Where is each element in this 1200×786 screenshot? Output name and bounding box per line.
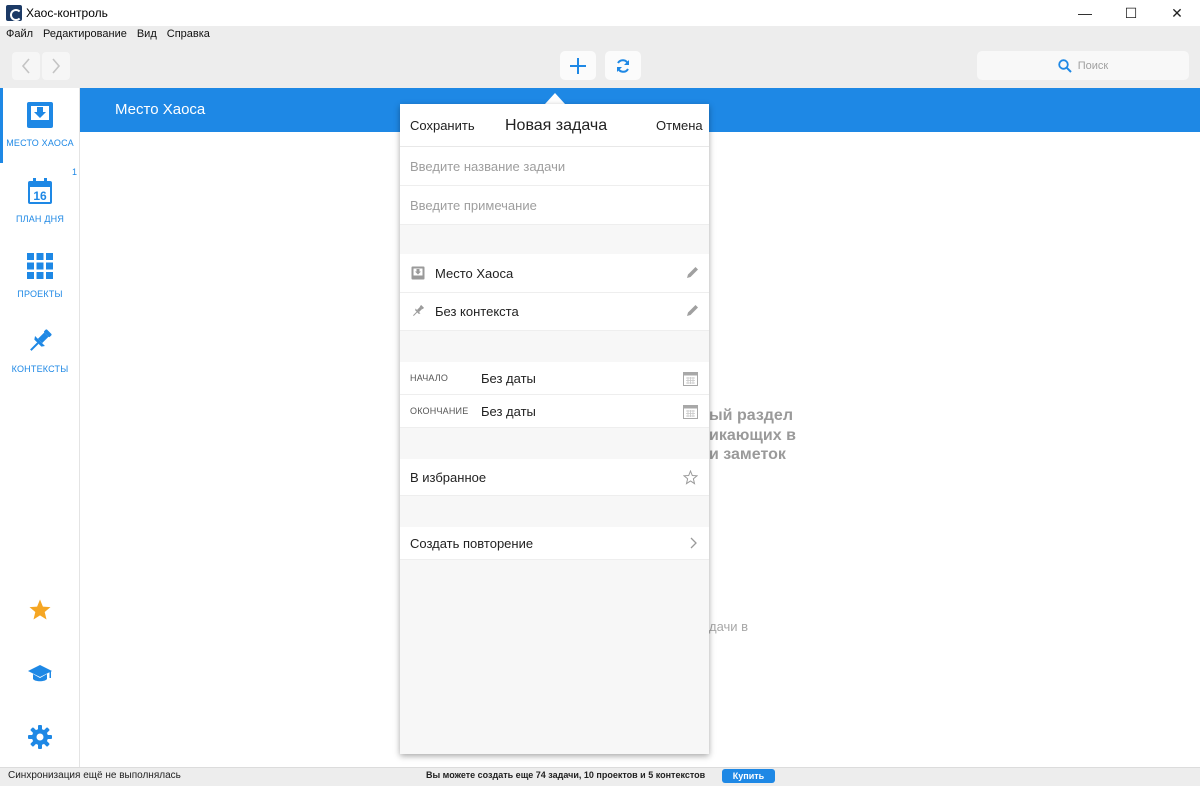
sidebar-item-projects[interactable]: ПРОЕКТЫ <box>0 252 80 299</box>
grid-icon <box>27 253 53 279</box>
sync-status: Синхронизация ещё не выполнялась <box>8 770 181 781</box>
task-note-field[interactable]: Введите примечание <box>400 186 709 225</box>
favorite-label: В избранное <box>410 470 487 485</box>
project-row[interactable]: Место Хаоса <box>400 254 709 293</box>
menu-edit[interactable]: Редактирование <box>43 26 127 44</box>
favorite-row[interactable]: В избранное <box>400 459 709 496</box>
maximize-button[interactable]: ☐ <box>1108 0 1154 26</box>
project-value: Место Хаоса <box>435 266 514 281</box>
task-note-placeholder: Введите примечание <box>410 198 537 213</box>
calendar-icon: 16 <box>28 178 52 204</box>
window-title: Хаос-контроль <box>26 6 108 20</box>
plan-count-badge: 1 <box>72 167 78 177</box>
forward-button[interactable] <box>42 52 70 80</box>
sidebar-item-label: КОНТЕКСТЫ <box>11 364 69 374</box>
search-placeholder: Поиск <box>1077 59 1109 72</box>
start-date-row[interactable]: НАЧАЛО Без даты <box>400 362 709 395</box>
popup-pointer <box>545 93 565 104</box>
calendar-icon[interactable] <box>683 404 698 419</box>
start-date-value: Без даты <box>481 371 536 386</box>
gear-icon <box>28 725 52 749</box>
context-value: Без контекста <box>435 304 519 319</box>
page-title: Место Хаоса <box>115 101 206 118</box>
context-row[interactable]: Без контекста <box>400 293 709 331</box>
add-task-button[interactable] <box>560 51 596 80</box>
pencil-icon[interactable] <box>686 304 699 317</box>
menu-view[interactable]: Вид <box>137 26 157 44</box>
save-button[interactable]: Сохранить <box>410 118 475 133</box>
star-outline-icon[interactable] <box>683 470 698 485</box>
task-name-placeholder: Введите название задачи <box>410 159 566 174</box>
empty-state-hint: дачи в <box>709 619 749 634</box>
sidebar-item-chaos[interactable]: МЕСТО ХАОСА <box>0 101 80 148</box>
empty-state-text: и заметок <box>709 446 786 463</box>
pin-icon <box>413 304 425 316</box>
search-icon <box>1058 58 1072 73</box>
search-input[interactable]: Поиск <box>977 51 1189 80</box>
new-task-popup: Сохранить Новая задача Отмена Введите на… <box>400 104 709 754</box>
calendar-icon[interactable] <box>683 371 698 386</box>
start-label: НАЧАЛО <box>410 373 449 383</box>
favorites-button[interactable] <box>0 598 80 622</box>
task-name-field[interactable]: Введите название задачи <box>400 147 709 186</box>
menu-bar: Файл Редактирование Вид Справка <box>0 26 1200 44</box>
sync-button[interactable] <box>605 51 641 80</box>
toolbar: Поиск <box>0 44 1200 88</box>
menu-file[interactable]: Файл <box>6 26 33 44</box>
pin-icon <box>30 329 52 351</box>
chevron-left-icon <box>21 58 30 74</box>
end-date-value: Без даты <box>481 404 536 419</box>
repeat-label: Создать повторение <box>410 536 534 551</box>
close-button[interactable]: ✕ <box>1154 0 1200 26</box>
empty-state-text: ый раздел <box>709 407 793 424</box>
graduation-cap-icon <box>28 665 52 682</box>
settings-button[interactable] <box>0 724 80 750</box>
limits-message: Вы можете создать еще 74 задачи, 10 прое… <box>426 770 706 780</box>
sidebar-item-label: ПРОЕКТЫ <box>17 289 63 299</box>
refresh-icon <box>617 58 629 73</box>
inbox-icon <box>411 266 425 280</box>
chevron-right-icon <box>52 58 61 74</box>
inbox-icon <box>27 102 53 128</box>
sidebar-item-label: МЕСТО ХАОСА <box>6 138 74 148</box>
minimize-button[interactable]: — <box>1062 0 1108 26</box>
empty-state-text: икающих в <box>709 427 796 444</box>
back-button[interactable] <box>12 52 40 80</box>
pencil-icon[interactable] <box>686 266 699 279</box>
sidebar-item-day-plan[interactable]: 16 ПЛАН ДНЯ <box>0 177 80 224</box>
popup-header: Сохранить Новая задача Отмена <box>400 104 709 147</box>
end-label: ОКОНЧАНИЕ <box>410 406 469 416</box>
menu-help[interactable]: Справка <box>167 26 210 44</box>
chevron-right-icon <box>690 537 697 549</box>
app-logo-icon <box>6 5 22 21</box>
repeat-row[interactable]: Создать повторение <box>400 527 709 560</box>
end-date-row[interactable]: ОКОНЧАНИЕ Без даты <box>400 395 709 428</box>
star-icon <box>29 599 51 620</box>
sidebar-item-label: ПЛАН ДНЯ <box>15 214 65 224</box>
sidebar-item-contexts[interactable]: КОНТЕКСТЫ <box>0 327 80 374</box>
calendar-day-number: 16 <box>33 189 47 203</box>
learning-button[interactable] <box>0 662 80 686</box>
buy-button[interactable]: Купить <box>722 769 775 783</box>
cancel-button[interactable]: Отмена <box>656 118 703 133</box>
plus-icon <box>570 57 586 74</box>
popup-title: Новая задача <box>505 117 608 134</box>
title-bar <box>0 0 1200 26</box>
